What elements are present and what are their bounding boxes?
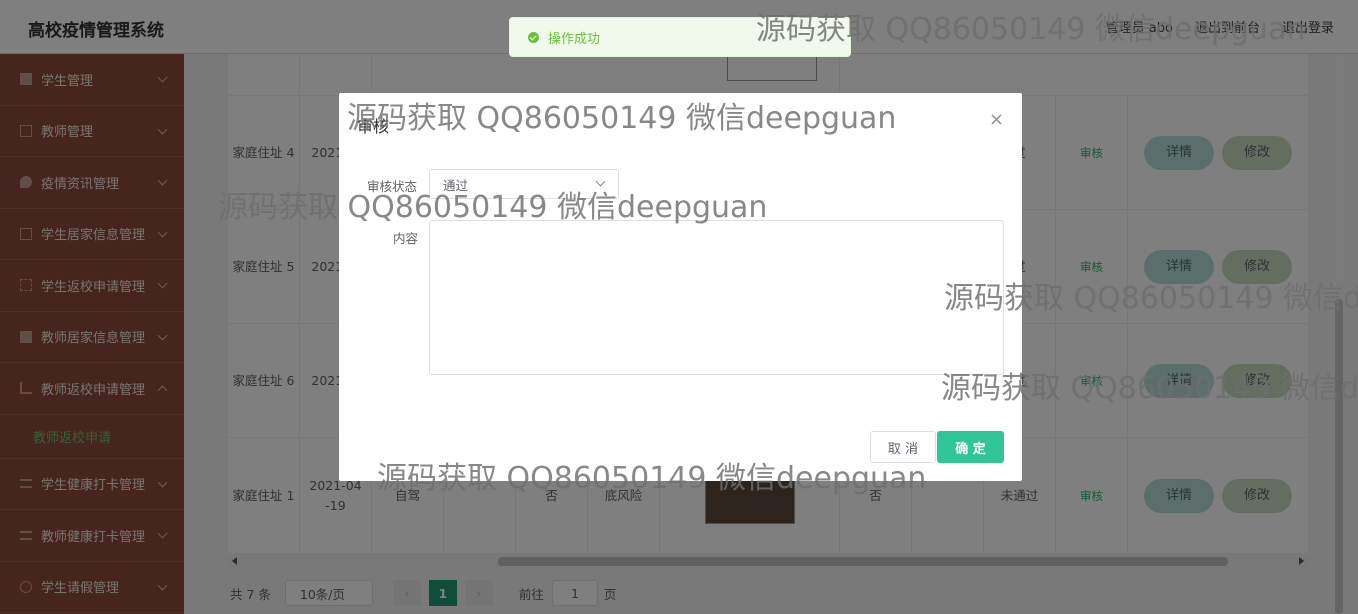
watermark-text: 源码获取 QQ86050149 微信deepguan <box>756 12 1306 47</box>
watermark-text: 源码获取 QQ86050149 微信deepguan <box>377 461 927 496</box>
close-icon[interactable]: × <box>989 109 1004 130</box>
watermark-text: 源码获取 QQ86050149 微信deepguan <box>218 190 768 225</box>
watermark-text: 源码获取 QQ86050149 微信deepguan <box>941 371 1358 406</box>
toast-message: 操作成功 <box>548 31 601 47</box>
content-label: 内容 <box>393 231 419 246</box>
content-textarea[interactable] <box>429 220 1004 375</box>
watermark-text: 源码获取 QQ86050149 微信deepguan <box>944 281 1358 316</box>
audit-dialog: 审核 × 审核状态 通过 内容 取 消 确 定 <box>339 93 1022 481</box>
watermark-text: 源码获取 QQ86050149 微信deepguan <box>347 101 897 136</box>
confirm-button[interactable]: 确 定 <box>937 431 1004 463</box>
check-circle-icon <box>528 31 539 43</box>
